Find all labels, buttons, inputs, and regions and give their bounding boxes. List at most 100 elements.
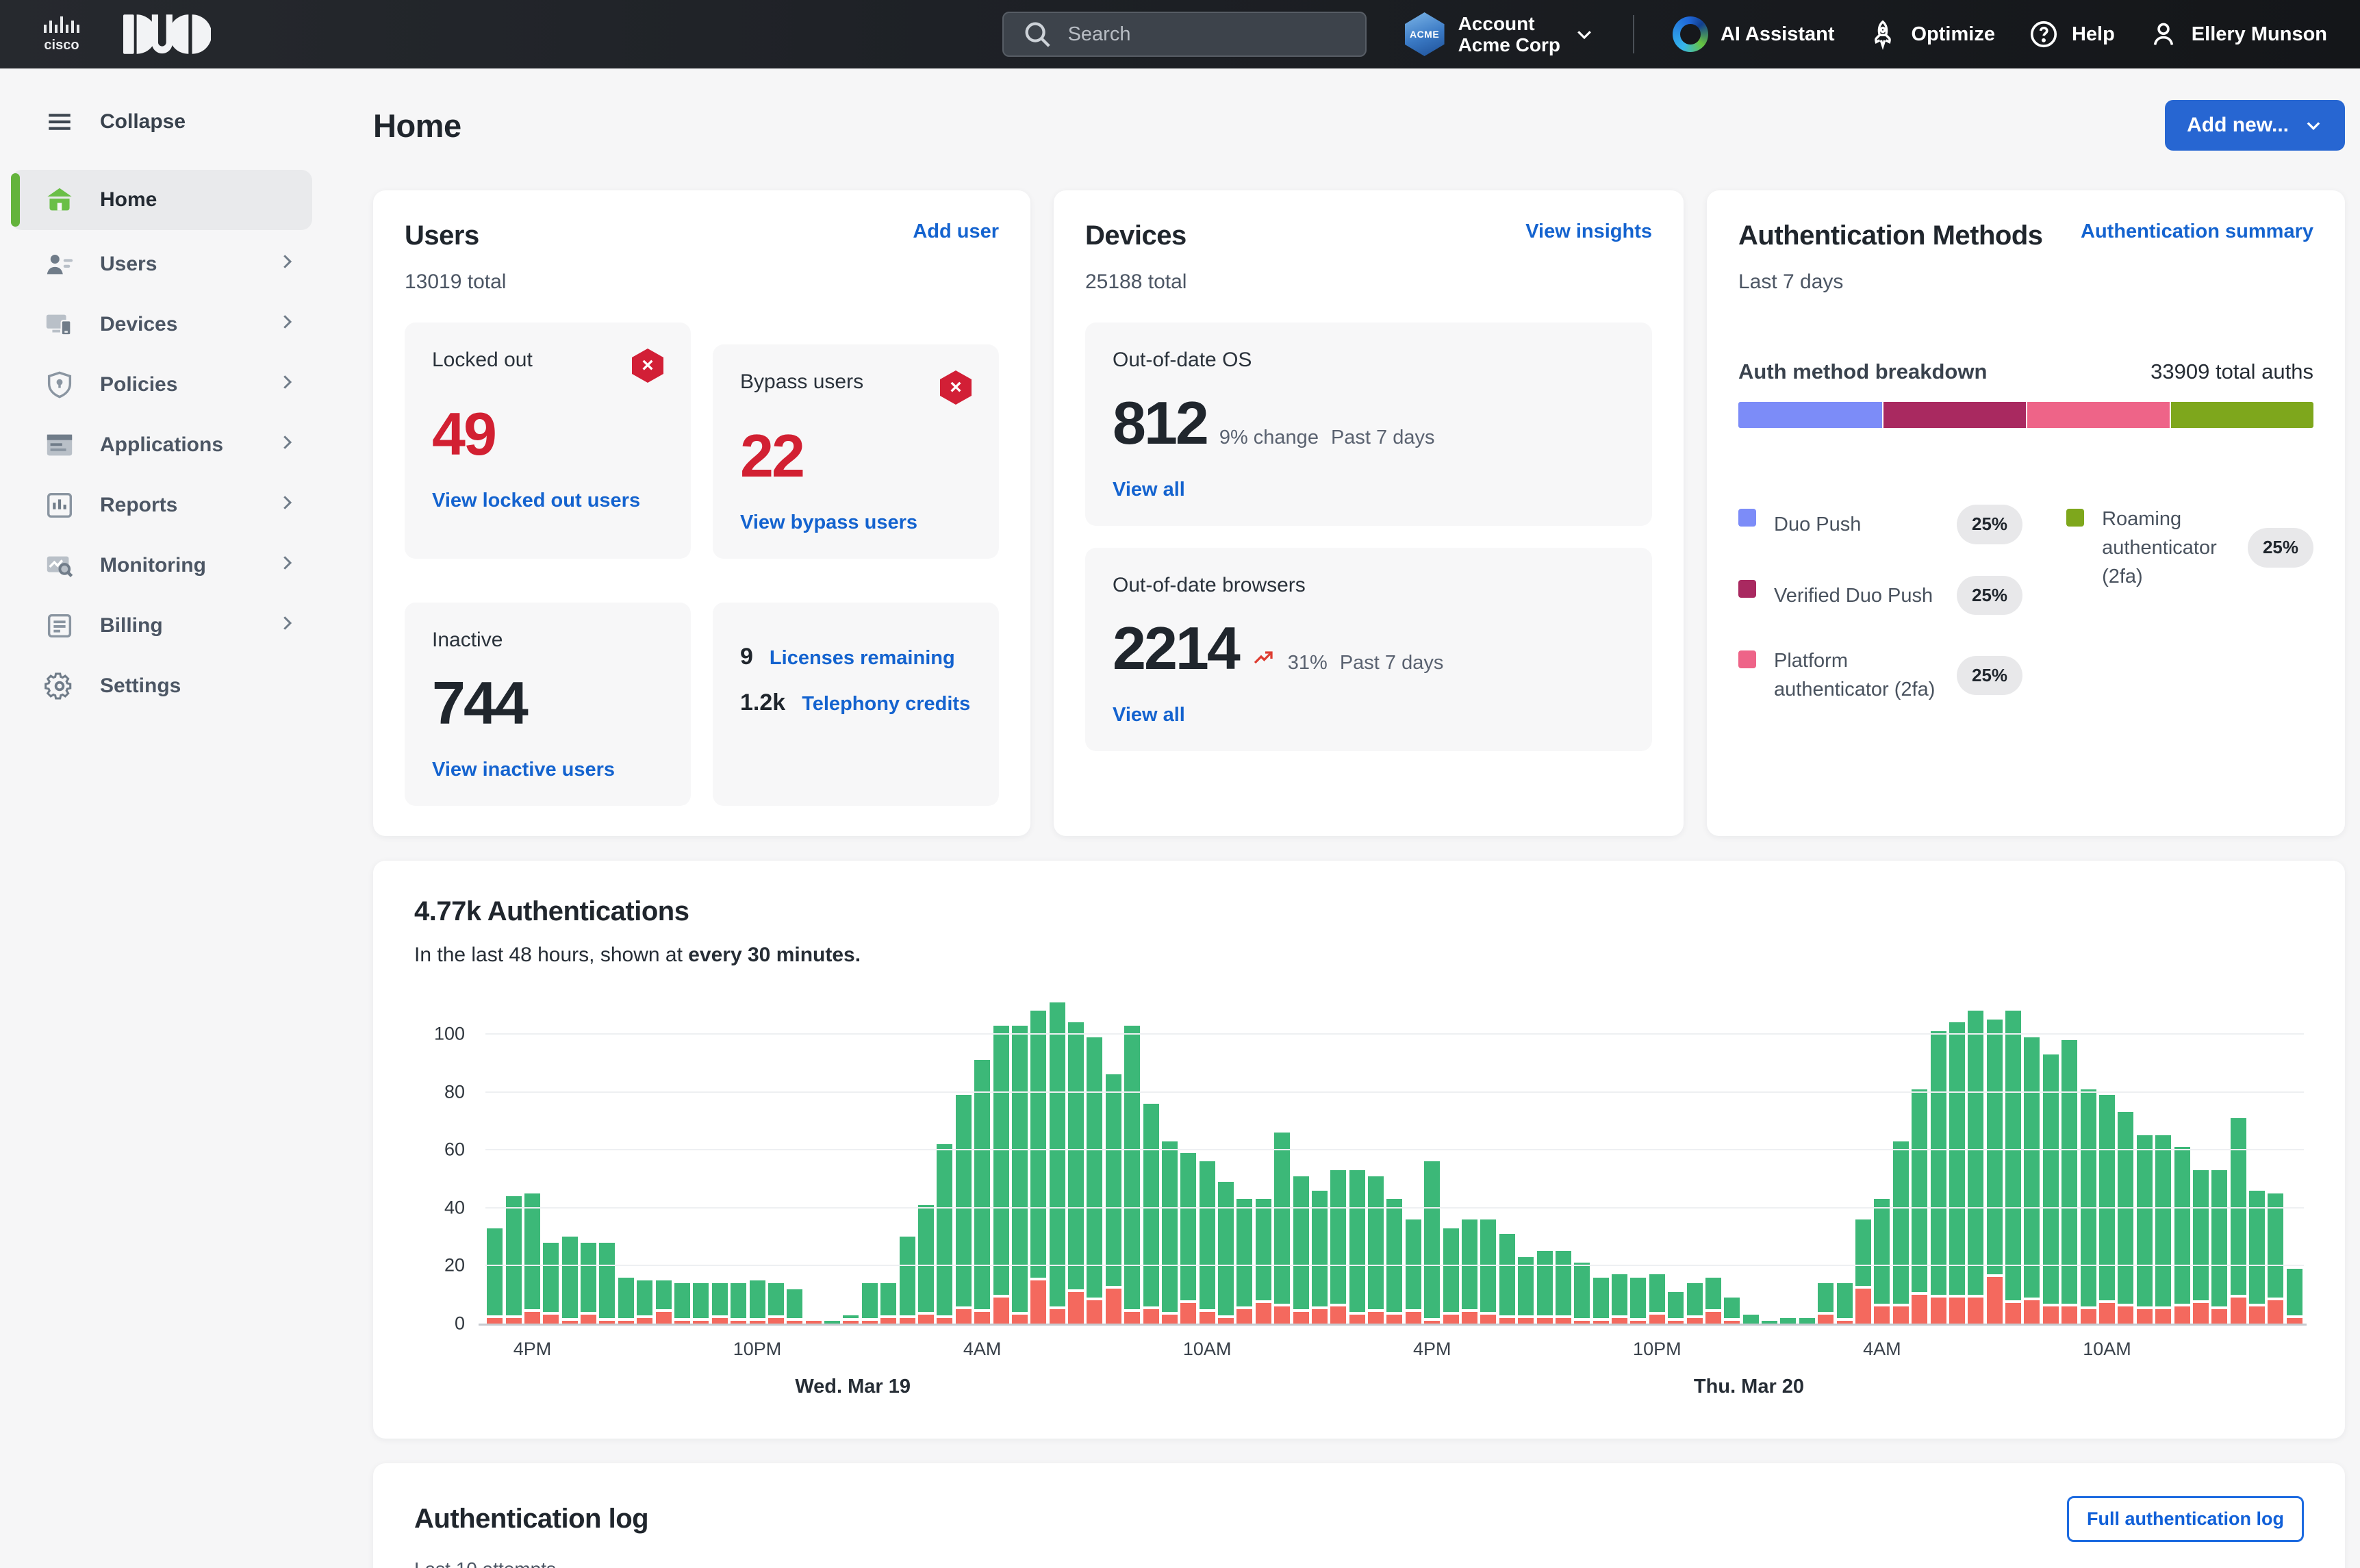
view-locked-out-users-link[interactable]: View locked out users: [432, 490, 640, 512]
legend-item-roaming-authenticator-2fa-: Roaming authenticator (2fa) 25%: [2066, 505, 2313, 591]
chevron-right-icon: [277, 372, 297, 398]
bar-granted: [974, 1060, 991, 1310]
cisco-logo-icon: cisco: [44, 16, 79, 53]
out-of-date-os-label: Out-of-date OS: [1113, 349, 1252, 371]
bar-denied: [1049, 1308, 1065, 1324]
add-user-link[interactable]: Add user: [913, 220, 999, 243]
bar-granted: [2211, 1170, 2228, 1306]
locked-out-label: Locked out: [432, 349, 533, 371]
telephony-credits-link[interactable]: Telephony credits: [802, 693, 970, 716]
bar-denied: [917, 1315, 934, 1324]
sidebar-item-settings[interactable]: Settings: [0, 656, 323, 716]
legend-percent-badge: 25%: [1957, 575, 2023, 616]
bar-granted: [2286, 1268, 2302, 1315]
devices-total: 25188 total: [1085, 270, 1187, 293]
full-authentication-log-button[interactable]: Full authentication log: [2067, 1496, 2304, 1542]
global-search[interactable]: [1002, 12, 1367, 57]
devices-card: Devices View insights 25188 total Out-of…: [1054, 190, 1684, 836]
bar-granted: [2192, 1170, 2209, 1301]
bar-denied: [1892, 1306, 1909, 1324]
breakdown-segment-roaming-authenticator-2fa-: [2170, 402, 2313, 428]
view-all-browsers-link[interactable]: View all: [1113, 704, 1185, 726]
bar-denied: [1161, 1315, 1178, 1324]
view-insights-link[interactable]: View insights: [1525, 220, 1652, 243]
bar-denied: [2286, 1317, 2302, 1324]
bar-denied: [1499, 1317, 1515, 1324]
bar-granted: [2155, 1135, 2172, 1306]
sidebar-item-home[interactable]: Home: [11, 170, 312, 230]
policies-icon: [44, 369, 75, 401]
bar-denied: [1462, 1312, 1478, 1324]
ai-assistant-icon: [1672, 16, 1708, 52]
bar-granted: [2061, 1039, 2078, 1304]
legend-percent-badge: 25%: [2247, 528, 2313, 568]
users-total: 13019 total: [405, 270, 507, 293]
sidebar-item-applications[interactable]: Applications: [0, 415, 323, 475]
licenses-remaining-link[interactable]: Licenses remaining: [770, 647, 955, 670]
bar-granted: [1986, 1020, 2003, 1275]
bar-granted: [1368, 1176, 1384, 1310]
sidebar-item-reports[interactable]: Reports: [0, 475, 323, 535]
chart-y-tick-label: 100: [433, 1023, 465, 1044]
bar-granted: [1386, 1199, 1403, 1313]
chart-x-tick-label: 10AM: [2083, 1339, 2131, 1359]
users-icon: [44, 249, 75, 280]
bar-denied: [487, 1317, 503, 1324]
bar-denied: [1218, 1317, 1234, 1324]
bar-denied: [1330, 1306, 1347, 1324]
bar-granted: [2136, 1135, 2153, 1306]
bar-granted: [1818, 1283, 1834, 1313]
account-badge-icon: ACME: [1404, 12, 1445, 56]
bar-denied: [1105, 1289, 1121, 1324]
chevron-right-icon: [277, 492, 297, 518]
sidebar-item-label: Users: [100, 253, 157, 275]
account-switcher[interactable]: ACME Account Acme Corp: [1404, 12, 1595, 56]
bar-denied: [2268, 1300, 2284, 1324]
bar-granted: [993, 1025, 1009, 1295]
bar-granted: [1218, 1181, 1234, 1315]
optimize-button[interactable]: Optimize: [1867, 18, 1995, 50]
bar-granted: [1949, 1022, 1965, 1295]
add-new-button[interactable]: Add new...: [2165, 100, 2345, 151]
bar-denied: [655, 1312, 672, 1324]
bar-granted: [1612, 1274, 1628, 1315]
search-input[interactable]: [1067, 23, 1347, 46]
bar-denied: [2024, 1300, 2040, 1324]
bar-denied: [637, 1317, 653, 1324]
sidebar-item-billing[interactable]: Billing: [0, 596, 323, 656]
bar-denied: [1555, 1317, 1571, 1324]
bar-denied: [543, 1315, 559, 1324]
bar-granted: [2174, 1147, 2190, 1304]
bar-denied: [1087, 1300, 1103, 1324]
bar-granted: [1555, 1251, 1571, 1315]
help-button[interactable]: Help: [2028, 18, 2115, 50]
bar-granted: [655, 1280, 672, 1310]
bar-denied: [767, 1317, 784, 1324]
authentication-summary-link[interactable]: Authentication summary: [2081, 220, 2313, 243]
svg-text:cisco: cisco: [44, 38, 79, 53]
bar-granted: [1780, 1317, 1797, 1324]
home-icon: [44, 184, 75, 216]
bar-granted: [749, 1280, 765, 1318]
sidebar-item-devices[interactable]: Devices: [0, 294, 323, 355]
view-all-os-link[interactable]: View all: [1113, 479, 1185, 501]
settings-icon: [44, 670, 75, 702]
bypass-users-count: 22: [740, 422, 805, 490]
user-menu[interactable]: Ellery Munson: [2148, 18, 2327, 50]
ai-assistant-button[interactable]: AI Assistant: [1672, 16, 1834, 52]
chart-x-tick-label: 10AM: [1182, 1339, 1232, 1359]
legend-percent-badge: 25%: [1957, 655, 2023, 696]
view-bypass-users-link[interactable]: View bypass users: [740, 511, 917, 534]
bar-granted: [1668, 1291, 1684, 1318]
view-inactive-users-link[interactable]: View inactive users: [432, 759, 615, 781]
top-navigation-bar: cisco ACME Account Acme Corp: [0, 0, 2360, 68]
bar-denied: [1386, 1315, 1403, 1324]
sidebar-collapse-button[interactable]: Collapse: [0, 92, 323, 152]
sidebar-item-policies[interactable]: Policies: [0, 355, 323, 415]
sidebar-item-monitoring[interactable]: Monitoring: [0, 535, 323, 596]
bar-granted: [2005, 1011, 2022, 1301]
bar-granted: [1236, 1199, 1253, 1306]
sidebar-item-users[interactable]: Users: [0, 234, 323, 294]
bar-granted: [618, 1277, 634, 1318]
bar-denied: [1443, 1315, 1459, 1324]
